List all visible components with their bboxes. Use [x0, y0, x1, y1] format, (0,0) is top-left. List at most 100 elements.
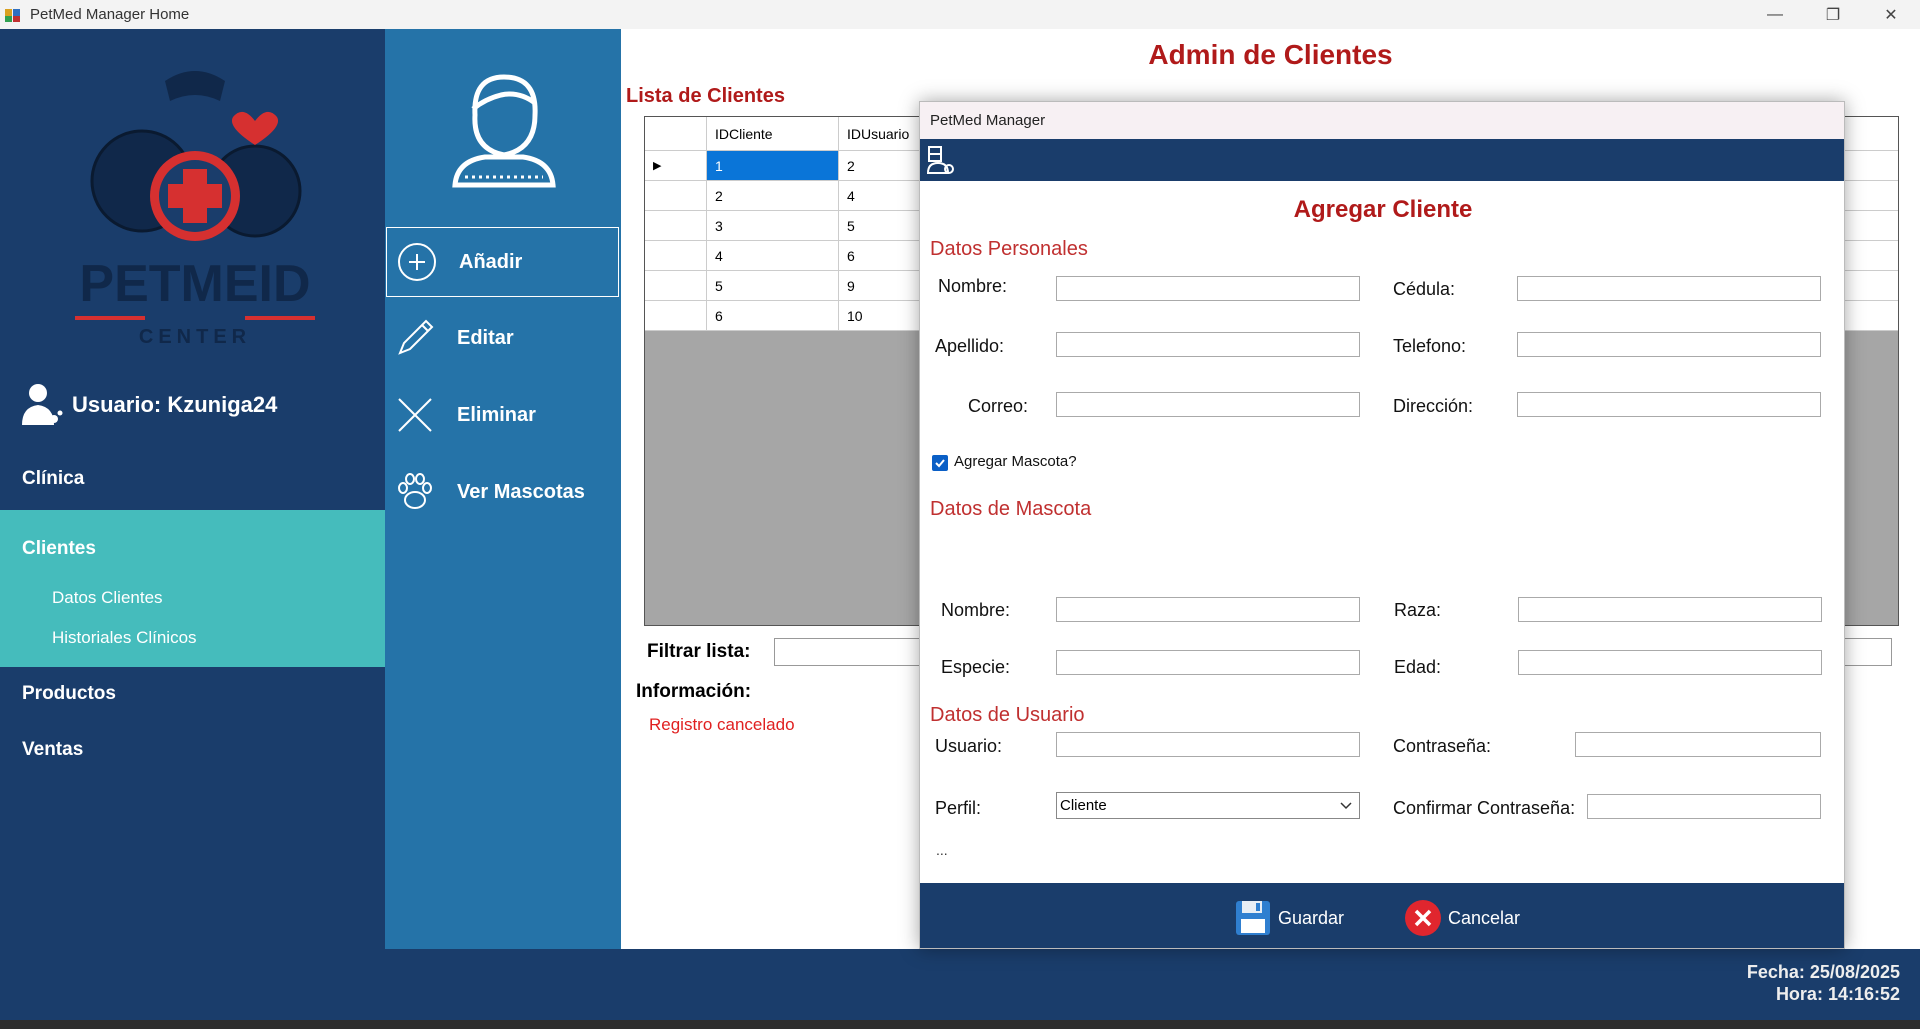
window-title: PetMed Manager Home: [30, 6, 190, 23]
label-contrasena: Contraseña:: [1393, 736, 1492, 756]
input-contrasena[interactable]: [1575, 732, 1821, 757]
close-button[interactable]: ✕: [1862, 0, 1920, 29]
row-selector[interactable]: [645, 301, 707, 330]
vet-user-icon: [926, 146, 954, 174]
floppy-disk-icon: [1236, 901, 1270, 935]
current-user: Usuario: Kzuniga24: [20, 381, 277, 429]
nav-clientes-group: Clientes Datos Clientes Historiales Clín…: [0, 510, 385, 667]
user-label: Usuario: Kzuniga24: [72, 392, 278, 417]
row-selector-arrow[interactable]: ▶: [645, 151, 707, 180]
dialog-toolbar: [920, 139, 1844, 181]
filter-label: Filtrar lista:: [647, 641, 751, 662]
nav-clientes[interactable]: Clientes: [22, 538, 96, 560]
label-apellido: Apellido:: [935, 336, 1005, 356]
dialog-titlebar: PetMed Manager: [920, 102, 1844, 139]
cell-idcliente[interactable]: 1: [707, 151, 839, 180]
input-pet-nombre[interactable]: [1056, 597, 1360, 622]
taskbar-strip: [0, 1020, 1920, 1029]
label-raza: Raza:: [1394, 600, 1442, 620]
input-telefono[interactable]: [1517, 332, 1821, 357]
info-label: Información:: [636, 681, 752, 702]
label-especie: Especie:: [941, 657, 1011, 677]
label-confirmar-contrasena: Confirmar Contraseña:: [1393, 798, 1576, 818]
logo-subtext: CENTER: [139, 326, 251, 348]
time-text: Hora: 14:16:52: [1775, 984, 1900, 1004]
label-cedula: Cédula:: [1393, 279, 1456, 299]
nav-productos[interactable]: Productos: [0, 683, 385, 705]
restore-button[interactable]: ❐: [1804, 0, 1862, 29]
cancel-label: Cancelar: [1448, 907, 1521, 928]
section-personal: Datos Personales: [930, 238, 1088, 260]
input-raza[interactable]: [1518, 597, 1822, 622]
actions-panel: Añadir Editar Eliminar Ver Mascotas: [385, 29, 621, 949]
add-pet-checkbox[interactable]: [932, 455, 948, 471]
edit-button[interactable]: Editar: [385, 303, 621, 373]
date-text: Fecha: 25/08/2025: [1746, 962, 1900, 982]
row-selector[interactable]: [645, 271, 707, 300]
label-edad: Edad:: [1394, 657, 1442, 677]
page-title: Admin de Clientes: [1148, 39, 1393, 70]
row-header-corner: [645, 117, 707, 150]
column-header-idcliente[interactable]: IDCliente: [707, 117, 839, 150]
label-telefono: Telefono:: [1393, 336, 1467, 356]
cancel-button[interactable]: Cancelar: [1404, 899, 1520, 937]
datetime: Fecha: 25/08/2025 Hora: 14:16:52: [1747, 961, 1900, 1005]
cell-idcliente[interactable]: 2: [707, 181, 839, 210]
ellipsis-text: ...: [936, 842, 948, 858]
add-pet-label[interactable]: Agregar Mascota?: [954, 453, 1077, 470]
user-avatar-icon: [452, 74, 556, 188]
delete-label: Eliminar: [457, 403, 536, 426]
save-button[interactable]: Guardar: [1234, 899, 1344, 937]
cell-idcliente[interactable]: 4: [707, 241, 839, 270]
petmeid-logo: PETMEID CENTER: [75, 71, 315, 348]
input-usuario[interactable]: [1056, 732, 1360, 757]
chevron-down-icon: [1340, 802, 1352, 810]
section-pet: Datos de Mascota: [930, 498, 1092, 520]
input-edad[interactable]: [1518, 650, 1822, 675]
status-bar: Fecha: 25/08/2025 Hora: 14:16:52: [0, 949, 1920, 1029]
row-selector[interactable]: [645, 181, 707, 210]
input-nombre[interactable]: [1056, 276, 1360, 301]
row-selector[interactable]: [645, 241, 707, 270]
view-pets-button[interactable]: Ver Mascotas: [385, 457, 621, 527]
nav-clinica[interactable]: Clínica: [0, 468, 385, 490]
cell-idcliente[interactable]: 6: [707, 301, 839, 330]
label-usuario: Usuario:: [935, 736, 1003, 756]
input-especie[interactable]: [1056, 650, 1360, 675]
delete-button[interactable]: Eliminar: [385, 380, 621, 450]
add-button[interactable]: Añadir: [386, 227, 619, 297]
minimize-button[interactable]: —: [1746, 0, 1804, 29]
section-user: Datos de Usuario: [930, 704, 1085, 726]
cancel-circle-icon: [1405, 900, 1441, 936]
list-title: Lista de Clientes: [626, 85, 785, 107]
label-correo: Correo:: [968, 396, 1029, 416]
dialog-window-title: PetMed Manager: [930, 112, 1046, 129]
label-perfil: Perfil:: [935, 798, 982, 818]
x-icon: [393, 393, 437, 437]
view-pets-label: Ver Mascotas: [457, 480, 585, 503]
pencil-icon: [393, 316, 437, 360]
input-confirmar-contrasena[interactable]: [1587, 794, 1821, 819]
nav-historiales-clinicos[interactable]: Historiales Clínicos: [52, 628, 197, 648]
input-correo[interactable]: [1056, 392, 1360, 417]
input-apellido[interactable]: [1056, 332, 1360, 357]
edit-label: Editar: [457, 326, 514, 349]
paw-icon: [393, 470, 437, 514]
nav-ventas[interactable]: Ventas: [0, 739, 385, 761]
cell-idcliente[interactable]: 3: [707, 211, 839, 240]
label-pet-nombre: Nombre:: [941, 600, 1011, 620]
dialog-footer: Guardar Cancelar: [920, 883, 1844, 948]
perfil-select[interactable]: Cliente: [1056, 792, 1360, 819]
input-direccion[interactable]: [1517, 392, 1821, 417]
app-icon: [4, 6, 22, 24]
save-label: Guardar: [1278, 907, 1345, 928]
vet-user-icon: [22, 384, 63, 425]
sidebar: PETMEID CENTER Usuario: Kzuniga24 Clínic…: [0, 29, 385, 949]
checkmark-icon: [935, 459, 945, 468]
input-cedula[interactable]: [1517, 276, 1821, 301]
perfil-select-value: Cliente: [1060, 797, 1107, 814]
nav-datos-clientes[interactable]: Datos Clientes: [52, 588, 163, 608]
row-selector[interactable]: [645, 211, 707, 240]
logo-text: PETMEID: [79, 255, 310, 313]
cell-idcliente[interactable]: 5: [707, 271, 839, 300]
